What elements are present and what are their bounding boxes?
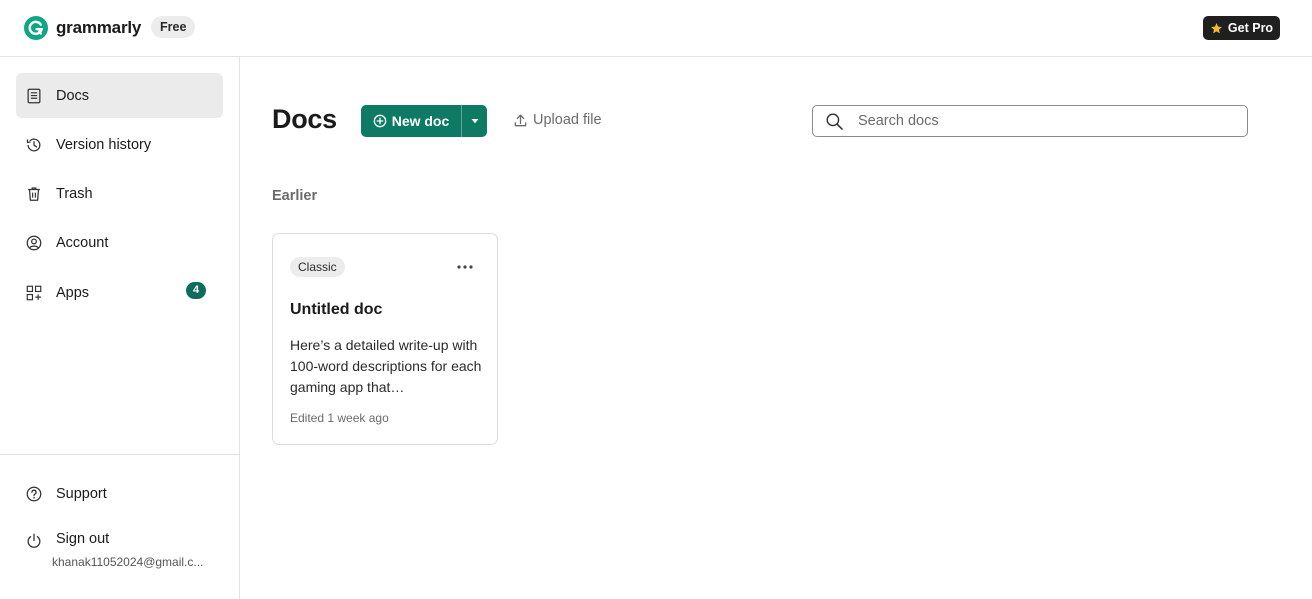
section-heading-earlier: Earlier xyxy=(272,188,318,204)
plus-circle-icon xyxy=(373,114,387,128)
new-doc-split-button: New doc xyxy=(361,105,487,137)
document-icon xyxy=(24,86,44,106)
sidebar: Docs Version history Trash Account Apps … xyxy=(0,57,240,599)
plan-badge: Free xyxy=(151,16,196,38)
sidebar-item-sign-out[interactable]: Sign out xyxy=(16,520,223,560)
search-icon xyxy=(826,112,843,130)
power-icon xyxy=(24,531,44,551)
sidebar-item-label: Trash xyxy=(56,185,93,202)
sidebar-item-apps[interactable]: Apps 4 xyxy=(16,270,223,315)
account-icon xyxy=(24,233,44,253)
doc-type-badge: Classic xyxy=(290,257,345,277)
doc-more-options-button[interactable] xyxy=(456,258,474,276)
get-pro-button[interactable]: Get Pro xyxy=(1203,16,1280,40)
new-doc-label: New doc xyxy=(391,113,450,129)
sidebar-item-docs[interactable]: Docs xyxy=(16,73,223,118)
brand-name: grammarly xyxy=(56,18,142,37)
search-input[interactable] xyxy=(858,113,1218,129)
doc-card[interactable]: Classic Untitled doc Here’s a detailed w… xyxy=(272,233,498,445)
sidebar-item-label: Sign out xyxy=(56,531,110,547)
more-horizontal-icon xyxy=(457,265,473,269)
grammarly-logo[interactable]: grammarly xyxy=(24,16,141,40)
sidebar-item-support[interactable]: Support xyxy=(16,471,223,516)
apps-icon xyxy=(24,283,44,303)
upload-file-label: Upload file xyxy=(533,112,602,128)
doc-title: Untitled doc xyxy=(290,301,383,318)
caret-down-icon xyxy=(471,119,478,124)
grammarly-logo-icon xyxy=(24,16,48,40)
help-icon xyxy=(24,484,44,504)
sidebar-item-label: Apps xyxy=(56,284,90,301)
sidebar-item-trash[interactable]: Trash xyxy=(16,171,223,216)
upload-file-button[interactable]: Upload file xyxy=(513,112,602,128)
get-pro-label: Get Pro xyxy=(1227,21,1274,35)
search-box xyxy=(812,105,1248,137)
sidebar-item-label: Version history xyxy=(56,136,152,153)
sidebar-item-version-history[interactable]: Version history xyxy=(16,122,223,167)
account-email: khanak11052024@gmail.c... xyxy=(52,555,204,569)
apps-count-badge: 4 xyxy=(186,282,206,299)
new-doc-button[interactable]: New doc xyxy=(361,105,461,137)
upload-icon xyxy=(514,114,527,126)
sidebar-item-account[interactable]: Account xyxy=(16,220,223,265)
doc-preview: Here’s a detailed write-up with 100-word… xyxy=(290,337,482,395)
top-bar: grammarly Free Get Pro xyxy=(0,0,1312,57)
new-doc-dropdown-button[interactable] xyxy=(462,105,487,137)
sidebar-item-label: Account xyxy=(56,234,109,251)
sidebar-item-label: Docs xyxy=(56,87,90,104)
history-icon xyxy=(24,135,44,155)
page-title: Docs xyxy=(272,104,337,134)
doc-edited-time: Edited 1 week ago xyxy=(290,411,389,425)
sidebar-item-label: Support xyxy=(56,485,107,502)
trash-icon xyxy=(24,184,44,204)
star-icon xyxy=(1211,22,1222,33)
sidebar-divider xyxy=(0,454,239,455)
